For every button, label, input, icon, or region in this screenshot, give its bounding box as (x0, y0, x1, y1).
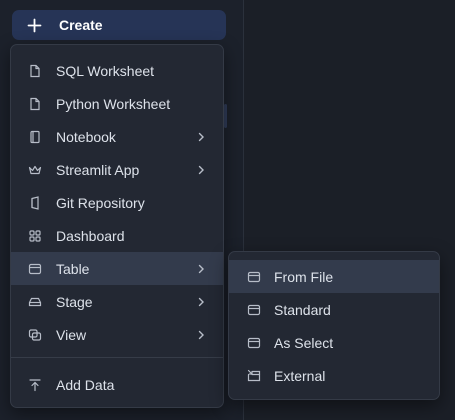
submenu-item-as-select[interactable]: As Select (229, 326, 439, 359)
chevron-right-icon (195, 296, 207, 308)
file-icon (28, 97, 42, 111)
submenu-item-standard[interactable]: Standard (229, 293, 439, 326)
table-icon (28, 262, 42, 276)
menu-item-label: Add Data (56, 376, 115, 393)
table-submenu: From File Standard As Select External (228, 251, 440, 400)
menu-item-view[interactable]: View (11, 318, 223, 351)
menu-item-add-data[interactable]: Add Data (11, 368, 223, 401)
table-icon (247, 270, 261, 284)
create-button[interactable]: Create (12, 10, 226, 40)
menu-item-dashboard[interactable]: Dashboard (11, 219, 223, 252)
chevron-right-icon (195, 263, 207, 275)
menu-item-label: Table (56, 260, 90, 277)
menu-item-label: Stage (56, 293, 93, 310)
menu-item-label: Python Worksheet (56, 95, 171, 112)
table-icon (247, 336, 261, 350)
submenu-item-from-file[interactable]: From File (229, 260, 439, 293)
dashboard-icon (28, 229, 42, 243)
menu-item-stage[interactable]: Stage (11, 285, 223, 318)
menu-item-git-repository[interactable]: Git Repository (11, 186, 223, 219)
submenu-item-label: Standard (274, 301, 331, 318)
submenu-item-label: As Select (274, 334, 334, 351)
view-icon (28, 328, 42, 342)
menu-item-label: View (56, 326, 87, 343)
plus-icon (27, 18, 42, 33)
git-repo-icon (28, 195, 42, 210)
menu-item-sql-worksheet[interactable]: SQL Worksheet (11, 54, 223, 87)
menu-item-streamlit-app[interactable]: Streamlit App (11, 153, 223, 186)
create-button-label: Create (59, 17, 103, 33)
upload-icon (28, 378, 42, 392)
menu-item-label: Dashboard (56, 227, 125, 244)
submenu-item-external[interactable]: External (229, 359, 439, 392)
crown-icon (28, 163, 42, 177)
menu-item-label: Streamlit App (56, 161, 140, 178)
menu-item-notebook[interactable]: Notebook (11, 120, 223, 153)
chevron-right-icon (195, 329, 207, 341)
menu-item-label: Notebook (56, 128, 116, 145)
stage-icon (28, 295, 42, 309)
chevron-right-icon (195, 131, 207, 143)
menu-divider (11, 357, 223, 358)
submenu-item-label: External (274, 367, 326, 384)
menu-item-label: SQL Worksheet (56, 62, 155, 79)
create-menu: SQL Worksheet Python Worksheet Notebook … (10, 44, 224, 408)
menu-item-table[interactable]: Table (11, 252, 223, 285)
hidden-item-accent (224, 104, 227, 128)
submenu-item-label: From File (274, 268, 334, 285)
notebook-icon (28, 130, 42, 144)
menu-item-label: Git Repository (56, 194, 145, 211)
file-icon (28, 64, 42, 78)
table-icon (247, 303, 261, 317)
chevron-right-icon (195, 164, 207, 176)
external-table-icon (247, 369, 261, 383)
menu-item-python-worksheet[interactable]: Python Worksheet (11, 87, 223, 120)
